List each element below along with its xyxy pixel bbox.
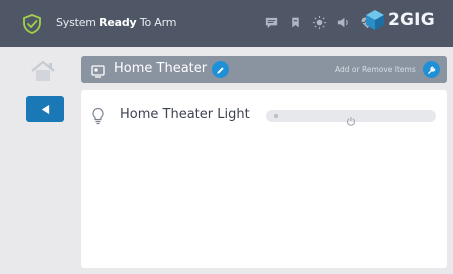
back-button[interactable] — [26, 96, 64, 122]
device-panel: Home Theater Light — [81, 90, 447, 268]
status-bar: System Ready To Arm 2GIG — [0, 0, 453, 47]
pencil-icon — [216, 60, 225, 79]
slider-min-marker — [274, 114, 278, 118]
wrench-icon — [427, 60, 436, 79]
status-suffix: To Arm — [139, 16, 177, 29]
brightness-icon[interactable] — [311, 14, 327, 30]
2gig-cube-logo — [364, 9, 386, 31]
system-status[interactable]: System Ready To Arm — [56, 16, 176, 29]
screen: System Ready To Arm 2GIG Home Theater Ad… — [0, 0, 453, 274]
power-icon[interactable] — [346, 111, 356, 126]
dimmer-slider[interactable] — [266, 110, 436, 126]
status-icons — [263, 14, 375, 30]
device-name: Home Theater Light — [120, 107, 250, 122]
brand-name: 2GIG — [388, 10, 435, 30]
edit-room-button[interactable] — [212, 61, 229, 78]
status-prefix: System — [56, 16, 96, 29]
device-row[interactable]: Home Theater Light — [81, 90, 447, 142]
bookmark-icon[interactable] — [287, 14, 303, 30]
room-title: Home Theater — [114, 61, 208, 76]
add-remove-items-button[interactable] — [423, 61, 440, 78]
message-icon[interactable] — [263, 14, 279, 30]
tv-icon — [91, 63, 105, 78]
brand-logo: 2GIG — [364, 9, 435, 31]
back-arrow-icon — [40, 100, 51, 119]
volume-icon[interactable] — [335, 14, 351, 30]
room-header: Home Theater Add or Remove Items — [81, 56, 447, 83]
status-ready: Ready — [99, 16, 137, 29]
shield-check-icon[interactable] — [22, 14, 42, 34]
add-remove-items-link[interactable]: Add or Remove Items — [335, 65, 416, 74]
light-bulb-icon — [91, 107, 105, 125]
home-icon[interactable] — [29, 58, 57, 84]
